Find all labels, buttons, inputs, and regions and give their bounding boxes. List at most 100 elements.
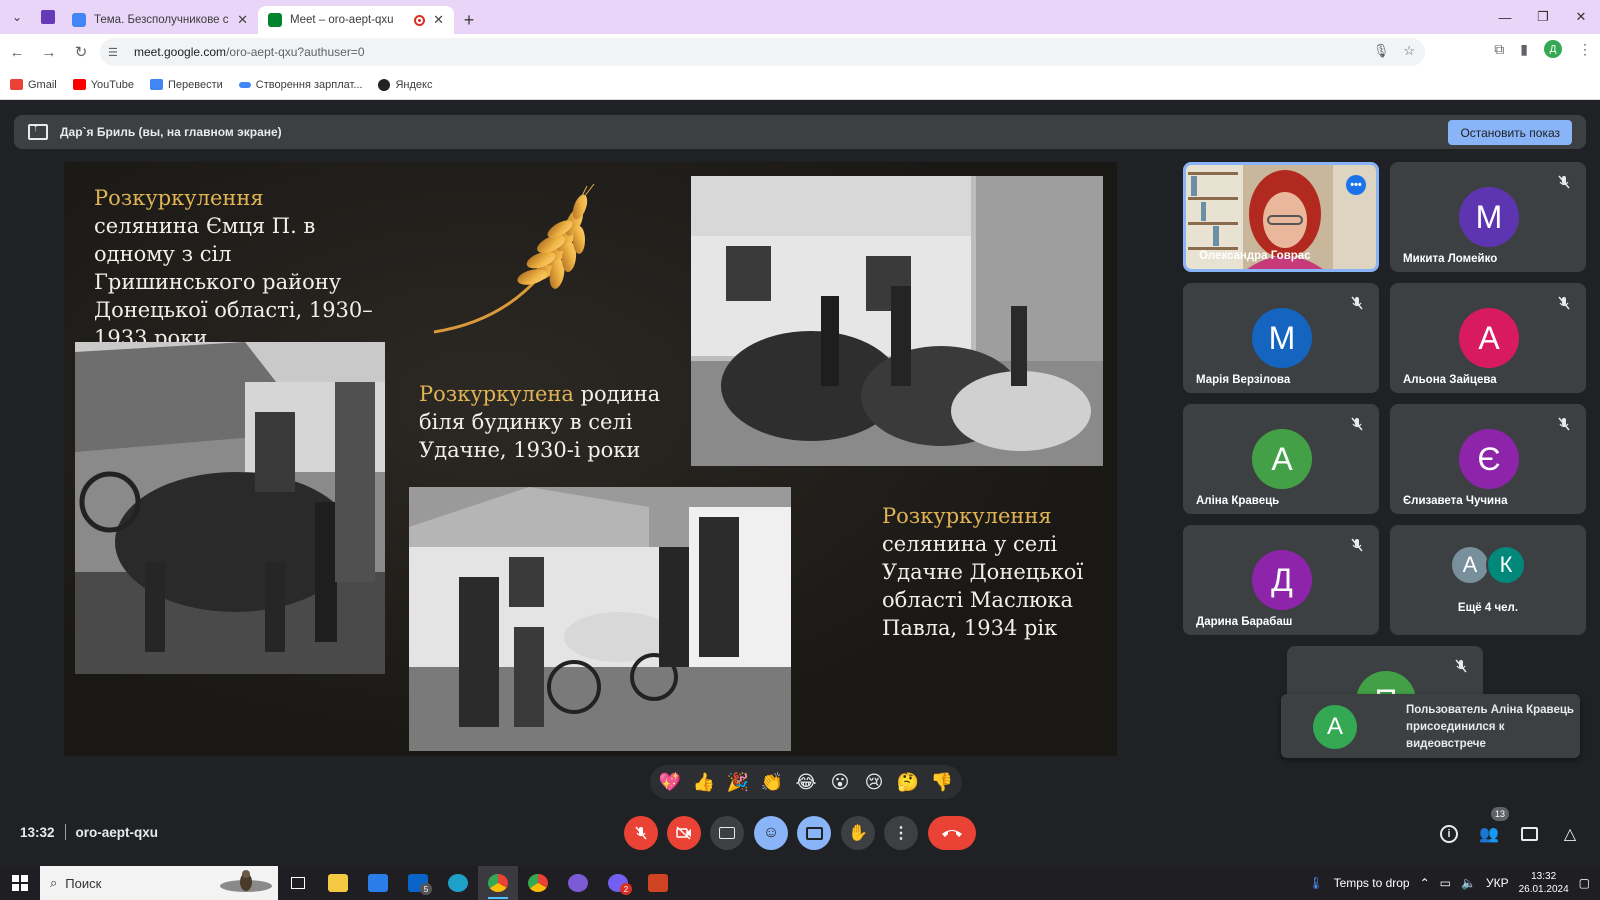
emoji-button[interactable]: ☺ (754, 816, 788, 850)
chrome-icon (488, 874, 508, 892)
taskbar-chrome-2[interactable] (518, 866, 558, 900)
participant-avatar: А (1252, 429, 1312, 489)
participant-name: Марія Верзілова (1196, 374, 1291, 386)
taskbar-discord[interactable] (558, 866, 598, 900)
taskbar-powerpoint[interactable] (638, 866, 678, 900)
bookmark-salary[interactable]: Створення зарплат... (238, 79, 362, 91)
hangup-icon (942, 830, 962, 837)
participant-avatar: Д (1252, 550, 1312, 610)
tab-search-button[interactable]: ⌄ (0, 0, 34, 34)
participant-tile[interactable]: М Марія Верзілова (1183, 283, 1379, 393)
bookmark-translate[interactable]: Перевести (149, 79, 223, 91)
discord-icon (568, 874, 588, 892)
microphone-icon[interactable]: 🎙 (1373, 43, 1390, 59)
captions-button[interactable] (710, 816, 744, 850)
present-icon (805, 826, 823, 840)
back-icon[interactable]: ← (2, 37, 32, 67)
tab-classroom[interactable]: Тема. Безсполучникове склад ✕ (62, 6, 258, 34)
present-button[interactable] (797, 816, 831, 850)
powerpoint-icon (648, 874, 668, 892)
more-options-icon[interactable]: ••• (1346, 175, 1366, 195)
new-tab-button[interactable]: + (454, 6, 484, 34)
mic-off-icon (1556, 174, 1572, 190)
raise-hand-button[interactable]: ✋ (841, 816, 875, 850)
participant-count-badge: 13 (1491, 807, 1509, 821)
menu-icon[interactable]: ⋮ (1578, 41, 1592, 58)
participant-name: Єлизавета Чучина (1403, 495, 1508, 507)
bookmarks-bar: Gmail YouTube Перевести Створення зарпла… (0, 70, 1600, 100)
chat-button[interactable] (1515, 820, 1543, 848)
party-reaction[interactable]: 🎉 (724, 768, 752, 796)
captions-icon (719, 827, 735, 839)
more-participants-tile[interactable]: А К Ещё 4 чел. (1390, 525, 1586, 635)
yandex-icon (378, 78, 391, 91)
participant-tile[interactable]: ••• Олександра Говрас (1183, 162, 1379, 272)
participant-tile[interactable]: П (1287, 646, 1483, 694)
participant-avatar: М (1252, 308, 1312, 368)
taskbar-viber[interactable]: 2 (598, 866, 638, 900)
stop-presenting-button[interactable]: Остановить показ (1448, 120, 1572, 145)
taskbar-edge[interactable] (438, 866, 478, 900)
taskbar-store[interactable] (358, 866, 398, 900)
laugh-reaction[interactable]: 😂 (792, 768, 820, 796)
taskbar-mail[interactable]: 5 (398, 866, 438, 900)
bookmark-youtube[interactable]: YouTube (72, 79, 134, 91)
language-indicator[interactable]: УКР (1486, 876, 1509, 890)
participant-tile[interactable]: Є Єлизавета Чучина (1390, 404, 1586, 514)
task-view-button[interactable] (278, 866, 318, 900)
taskbar-search[interactable]: ⌕ Поиск (40, 866, 278, 900)
clock[interactable]: 13:32 26.01.2024 (1519, 870, 1569, 896)
participant-tile[interactable]: М Микита Ломейко (1390, 162, 1586, 272)
address-bar[interactable]: ☰ meet.google.com/oro-aept-qxu?authuser=… (100, 38, 1425, 66)
people-button[interactable]: 👥 (1475, 820, 1503, 848)
taskbar-explorer[interactable] (318, 866, 358, 900)
start-button[interactable] (0, 866, 40, 900)
caption-3: Розкуркулення селянина у селі Удачне Дон… (882, 502, 1102, 642)
chevron-up-icon[interactable]: ⌃ (1420, 876, 1430, 890)
caption-1: Розкуркулення селянина Ємця П. в одному … (94, 184, 374, 352)
volume-icon[interactable]: 🔈 (1461, 876, 1476, 890)
notifications-icon[interactable]: ▢ (1579, 876, 1590, 890)
tab-meet[interactable]: Meet – oro-aept-qxu ✕ (258, 6, 454, 34)
profile-avatar[interactable]: Д (1544, 40, 1562, 58)
thumbs-up-reaction[interactable]: 👍 (690, 768, 718, 796)
leave-call-button[interactable] (928, 816, 976, 850)
reload-icon[interactable]: ↻ (66, 37, 96, 67)
clap-reaction[interactable]: 👏 (758, 768, 786, 796)
folder-icon (328, 874, 348, 892)
close-tab-icon[interactable]: ✕ (237, 12, 248, 28)
close-tab-icon[interactable]: ✕ (433, 12, 444, 28)
camera-toggle-button[interactable] (667, 816, 701, 850)
info-icon: i (1440, 825, 1458, 843)
network-icon[interactable]: ▭ (1440, 876, 1451, 890)
side-panel-icon[interactable]: ▮ (1520, 41, 1528, 58)
participant-name: Олександра Говрас (1199, 250, 1311, 262)
sparkling-heart-reaction[interactable]: 💖 (656, 768, 684, 796)
surprised-reaction[interactable]: 😮 (826, 768, 854, 796)
forward-icon[interactable]: → (34, 37, 64, 67)
bookmark-gmail[interactable]: Gmail (10, 79, 57, 91)
mic-toggle-button[interactable] (624, 816, 658, 850)
bookmark-yandex[interactable]: Яндекс (378, 78, 432, 91)
minimize-icon[interactable]: — (1486, 0, 1524, 34)
participant-tile[interactable]: А Аліна Кравець (1183, 404, 1379, 514)
participant-tile[interactable]: Д Дарина Барабаш (1183, 525, 1379, 635)
close-window-icon[interactable]: ✕ (1562, 0, 1600, 34)
star-icon[interactable]: ☆ (1403, 43, 1415, 59)
taskbar-chrome[interactable] (478, 866, 518, 900)
activities-button[interactable]: △ (1556, 820, 1584, 848)
meeting-details-button[interactable]: i (1435, 820, 1463, 848)
thumbs-down-reaction[interactable]: 👎 (928, 768, 956, 796)
restore-icon[interactable]: ❐ (1524, 0, 1562, 34)
sad-reaction[interactable]: 😢 (860, 768, 888, 796)
divider (64, 824, 66, 840)
presenting-label: Дар`я Бриль (вы, на главном экране) (60, 125, 282, 139)
extensions-icon[interactable]: ⧉ (1494, 41, 1504, 58)
site-info-icon[interactable]: ☰ (108, 46, 122, 59)
participant-tile[interactable]: А Альона Зайцева (1390, 283, 1586, 393)
weather-text[interactable]: Temps to drop (1334, 876, 1410, 890)
thinking-reaction[interactable]: 🤔 (894, 768, 922, 796)
more-options-button[interactable]: ⋮ (884, 816, 918, 850)
pinned-tab[interactable] (34, 0, 62, 34)
gmail-icon (10, 79, 23, 90)
